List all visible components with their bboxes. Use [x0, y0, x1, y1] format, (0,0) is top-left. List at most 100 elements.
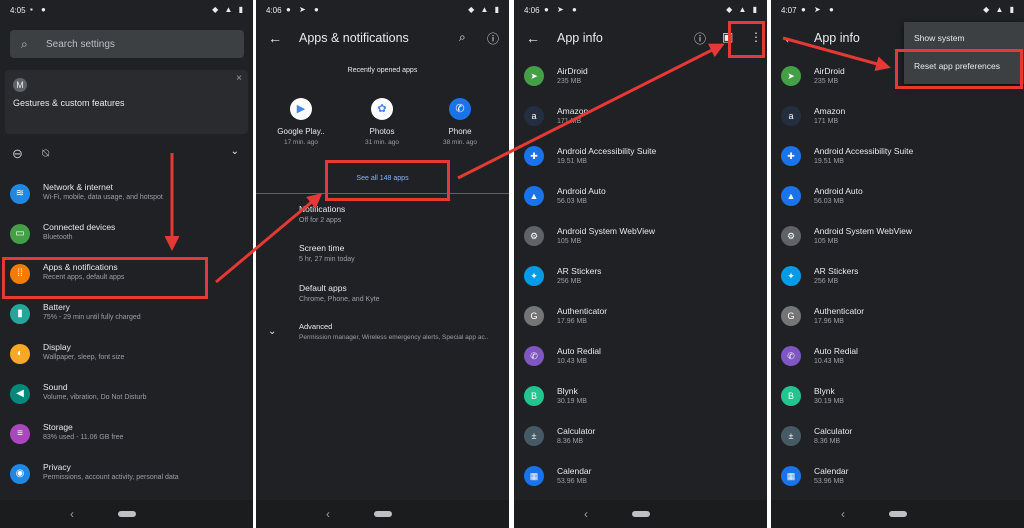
- settings-item[interactable]: ◉ Privacy Permissions, account activity, p…: [0, 458, 253, 498]
- accessibility-icon: ✚: [524, 146, 544, 166]
- recent-app-item[interactable]: ✿ Photos 31 min. ago: [347, 98, 417, 146]
- app-list-item[interactable]: ✆ Auto Redial 10.43 MB: [771, 342, 1024, 382]
- nav-back-icon[interactable]: ‹: [584, 507, 588, 521]
- settings-item[interactable]: ▮ Battery 75% - 29 min until fully charged: [0, 298, 253, 338]
- nav-home-pill[interactable]: [888, 511, 907, 517]
- page-title: Apps & notifications: [299, 31, 409, 45]
- app-size: 10.43 MB: [557, 358, 587, 365]
- app-list-item[interactable]: ✚ Android Accessibility Suite 19.51 MB: [771, 142, 1024, 182]
- app-list-item[interactable]: a Amazon 171 MB: [514, 102, 767, 142]
- app-size: 256 MB: [814, 278, 839, 285]
- help-icon[interactable]: ⓘ: [694, 30, 706, 47]
- settings-item-title: Storage: [43, 422, 73, 432]
- dnd-off-icon: ⍉: [42, 146, 50, 160]
- settings-item[interactable]: ▭ Connected devices Bluetooth: [0, 218, 253, 258]
- app-list-item[interactable]: G Authenticator 17.96 MB: [514, 302, 767, 342]
- app-list-item[interactable]: ✦ AR Stickers 256 MB: [771, 262, 1024, 302]
- chevron-down-icon[interactable]: ⌄: [268, 326, 276, 337]
- app-list-item[interactable]: ➤ AirDroid 235 MB: [514, 62, 767, 102]
- app-list-item[interactable]: ⚙ Android System WebView 105 MB: [771, 222, 1024, 262]
- app-list-item[interactable]: B Blynk 30.19 MB: [514, 382, 767, 422]
- nav-back-icon[interactable]: ‹: [70, 507, 74, 521]
- apps-settings-row[interactable]: Notifications Off for 2 apps: [299, 204, 345, 224]
- apps-settings-row[interactable]: Advanced Permission manager, Wireless eme…: [299, 322, 488, 341]
- app-size: 56.03 MB: [557, 198, 587, 205]
- app-name: Auto Redial: [814, 346, 858, 356]
- app-size: 105 MB: [814, 238, 839, 245]
- nav-back-icon[interactable]: ‹: [326, 507, 330, 521]
- app-size: 10.43 MB: [814, 358, 844, 365]
- search-icon[interactable]: ⌕: [459, 30, 466, 45]
- notification-icons: ● ➤ ●: [544, 5, 580, 14]
- status-bar: 4:07 ● ➤ ● ◆ ▲ ▮: [771, 0, 1024, 20]
- app-list-item[interactable]: B Blynk 30.19 MB: [771, 382, 1024, 422]
- app-list-item[interactable]: ▲ Android Auto 56.03 MB: [514, 182, 767, 222]
- recent-app-item[interactable]: ✆ Phone 38 min. ago: [425, 98, 495, 146]
- wifi-icon: ≋: [10, 184, 30, 204]
- recent-app-time: 31 min. ago: [365, 139, 399, 146]
- back-arrow-icon[interactable]: ←: [268, 30, 282, 46]
- app-size: 53.96 MB: [814, 478, 844, 485]
- app-size: 235 MB: [557, 78, 582, 85]
- conditions-row[interactable]: ⊖ ⍉ ⌄: [0, 142, 253, 168]
- menu-item-show-system[interactable]: Show system: [914, 33, 965, 43]
- page-title: App info: [814, 31, 860, 45]
- app-size: 8.36 MB: [814, 438, 841, 445]
- app-size: 17.96 MB: [557, 318, 587, 325]
- settings-item-title: Connected devices: [43, 222, 116, 232]
- row-subtitle: Chrome, Phone, and Kyte: [299, 296, 380, 303]
- app-list-item[interactable]: ± Calculator 8.36 MB: [514, 422, 767, 462]
- nav-back-icon[interactable]: ‹: [841, 507, 845, 521]
- settings-item[interactable]: ≡ Storage 83% used - 11.06 GB free: [0, 418, 253, 458]
- app-list-item[interactable]: ± Calculator 8.36 MB: [771, 422, 1024, 462]
- back-arrow-icon[interactable]: ←: [526, 30, 540, 46]
- row-title: Advanced: [299, 322, 333, 331]
- app-list-item[interactable]: ✆ Auto Redial 10.43 MB: [514, 342, 767, 382]
- apps-settings-row[interactable]: Screen time 5 hr, 27 min today: [299, 243, 355, 263]
- row-subtitle: 5 hr, 27 min today: [299, 256, 355, 263]
- app-list-item[interactable]: ✦ AR Stickers 256 MB: [514, 262, 767, 302]
- app-name: Calculator: [814, 426, 853, 436]
- moto-suggestion-card[interactable]: M Gestures & custom features ×: [5, 70, 248, 134]
- settings-item[interactable]: ◐ Display Wallpaper, sleep, font size: [0, 338, 253, 378]
- app-list-item[interactable]: ▦ Calendar 53.96 MB: [514, 462, 767, 502]
- amazon-icon: a: [781, 106, 801, 126]
- settings-item[interactable]: ◀ Sound Volume, vibration, Do Not Disturb: [0, 378, 253, 418]
- search-icon: ⌕: [21, 37, 28, 51]
- nav-home-pill[interactable]: [631, 511, 650, 517]
- nav-bar: ‹: [514, 500, 767, 528]
- blynk-icon: B: [781, 386, 801, 406]
- nav-home-pill[interactable]: [373, 511, 392, 517]
- app-name: Android Accessibility Suite: [557, 146, 657, 156]
- authenticator-icon: G: [781, 306, 801, 326]
- app-list-item[interactable]: G Authenticator 17.96 MB: [771, 302, 1024, 342]
- app-list-item[interactable]: ⚙ Android System WebView 105 MB: [514, 222, 767, 262]
- close-icon[interactable]: ×: [236, 73, 242, 84]
- chevron-down-icon[interactable]: ⌄: [231, 146, 239, 157]
- calendar-icon: ▦: [524, 466, 544, 486]
- amazon-icon: a: [524, 106, 544, 126]
- sound-icon: ◀: [10, 384, 30, 404]
- ar-stickers-icon: ✦: [524, 266, 544, 286]
- help-icon[interactable]: ⓘ: [487, 30, 499, 47]
- search-settings-bar[interactable]: ⌕ Search settings: [10, 30, 244, 58]
- app-list-item[interactable]: ✚ Android Accessibility Suite 19.51 MB: [514, 142, 767, 182]
- airdroid-icon: ➤: [781, 66, 801, 86]
- app-list-item[interactable]: ▦ Calendar 53.96 MB: [771, 462, 1024, 502]
- nav-home-pill[interactable]: [117, 511, 136, 517]
- status-bar: 4:06 ● ➤ ● ◆ ▲ ▮: [256, 0, 509, 20]
- settings-item-subtitle: Wi-Fi, mobile, data usage, and hotspot: [43, 194, 163, 201]
- apps-settings-row[interactable]: Default apps Chrome, Phone, and Kyte: [299, 283, 380, 303]
- app-size: 30.19 MB: [814, 398, 844, 405]
- app-size: 256 MB: [557, 278, 582, 285]
- app-size: 171 MB: [814, 118, 839, 125]
- settings-item[interactable]: ≋ Network & internet Wi-Fi, mobile, data u…: [0, 178, 253, 218]
- recent-app-time: 17 min. ago: [284, 139, 318, 146]
- back-arrow-icon[interactable]: ←: [783, 30, 797, 46]
- app-list-item[interactable]: ▲ Android Auto 56.03 MB: [771, 182, 1024, 222]
- app-name: AirDroid: [557, 66, 588, 76]
- recent-app-item[interactable]: ▶ Google Play.. 17 min. ago: [266, 98, 336, 146]
- app-list-item[interactable]: a Amazon 171 MB: [771, 102, 1024, 142]
- recent-app-time: 38 min. ago: [443, 139, 477, 146]
- notification-icons: ● ➤ ●: [801, 5, 837, 14]
